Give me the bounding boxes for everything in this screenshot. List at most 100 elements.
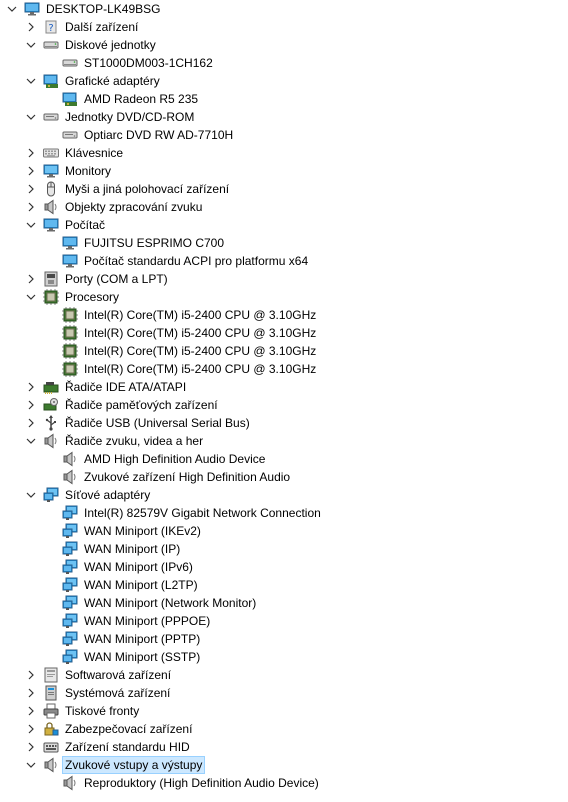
unknown-device-icon: ? xyxy=(43,19,59,35)
chevron-down-icon[interactable] xyxy=(25,759,37,771)
network-adapter-icon xyxy=(62,595,78,611)
tree-item-label: Zvukové zařízení High Definition Audio xyxy=(84,470,291,484)
chevron-down-icon[interactable] xyxy=(25,39,37,51)
tree-device[interactable]: Intel(R) Core(TM) i5-2400 CPU @ 3.10GHz xyxy=(0,306,568,324)
chevron-down-icon[interactable] xyxy=(6,3,18,15)
chevron-right-icon[interactable] xyxy=(25,723,37,735)
tree-item-label: Intel(R) Core(TM) i5-2400 CPU @ 3.10GHz xyxy=(84,326,317,340)
tree-category[interactable]: Porty (COM a LPT) xyxy=(0,270,568,288)
tree-device[interactable]: Intel(R) Core(TM) i5-2400 CPU @ 3.10GHz xyxy=(0,342,568,360)
processor-icon xyxy=(62,343,78,359)
chevron-right-icon[interactable] xyxy=(25,201,37,213)
tree-category[interactable]: Myši a jiná polohovací zařízení xyxy=(0,180,568,198)
tree-device[interactable]: WAN Miniport (L2TP) xyxy=(0,576,568,594)
tree-category[interactable]: Řadiče zvuku, videa a her xyxy=(0,432,568,450)
chevron-down-icon[interactable] xyxy=(25,435,37,447)
speaker-icon xyxy=(43,757,59,773)
chevron-down-icon[interactable] xyxy=(25,489,37,501)
tree-item-label: Myši a jiná polohovací zařízení xyxy=(65,182,230,196)
tree-device[interactable]: Počítač standardu ACPI pro platformu x64 xyxy=(0,252,568,270)
tree-device[interactable]: Zvukové zařízení High Definition Audio xyxy=(0,468,568,486)
tree-device[interactable]: WAN Miniport (SSTP) xyxy=(0,648,568,666)
tree-device[interactable]: Intel(R) Core(TM) i5-2400 CPU @ 3.10GHz xyxy=(0,360,568,378)
tree-device[interactable]: Reproduktory (High Definition Audio Devi… xyxy=(0,774,568,792)
tree-device[interactable]: WAN Miniport (Network Monitor) xyxy=(0,594,568,612)
chevron-down-icon[interactable] xyxy=(25,219,37,231)
tree-item-label: AMD High Definition Audio Device xyxy=(84,452,266,466)
tree-item-label: Systémová zařízení xyxy=(65,686,171,700)
chevron-right-icon[interactable] xyxy=(25,669,37,681)
chevron-right-icon[interactable] xyxy=(25,741,37,753)
tree-category[interactable]: Grafické adaptéry xyxy=(0,72,568,90)
chevron-right-icon[interactable] xyxy=(25,417,37,429)
tree-category[interactable]: Jednotky DVD/CD-ROM xyxy=(0,108,568,126)
tree-device[interactable]: WAN Miniport (PPTP) xyxy=(0,630,568,648)
tree-item-label: Počítač xyxy=(65,218,106,232)
tree-item-label: DESKTOP-LK49BSG xyxy=(46,2,161,16)
chevron-right-icon[interactable] xyxy=(25,273,37,285)
storage-controller-icon xyxy=(43,397,59,413)
tree-category[interactable]: Řadiče IDE ATA/ATAPI xyxy=(0,378,568,396)
chevron-right-icon[interactable] xyxy=(25,381,37,393)
tree-item-label: Intel(R) Core(TM) i5-2400 CPU @ 3.10GHz xyxy=(84,308,317,322)
tree-category[interactable]: Monitory xyxy=(0,162,568,180)
tree-category[interactable]: Řadiče USB (Universal Serial Bus) xyxy=(0,414,568,432)
tree-device[interactable]: WAN Miniport (IP) xyxy=(0,540,568,558)
tree-category[interactable]: Systémová zařízení xyxy=(0,684,568,702)
tree-device[interactable]: WAN Miniport (PPPOE) xyxy=(0,612,568,630)
chevron-right-icon[interactable] xyxy=(25,399,37,411)
tree-category[interactable]: Zařízení standardu HID xyxy=(0,738,568,756)
tree-category[interactable]: ? Další zařízení xyxy=(0,18,568,36)
tree-category[interactable]: Tiskové fronty xyxy=(0,702,568,720)
chevron-right-icon[interactable] xyxy=(25,165,37,177)
tree-root[interactable]: DESKTOP-LK49BSG xyxy=(0,0,568,18)
chevron-down-icon[interactable] xyxy=(25,75,37,87)
tree-category[interactable]: Zvukové vstupy a výstupy xyxy=(0,756,568,774)
tree-item-label: Tiskové fronty xyxy=(65,704,140,718)
tree-category[interactable]: Objekty zpracování zvuku xyxy=(0,198,568,216)
tree-item-label: Zvukové vstupy a výstupy xyxy=(61,756,206,774)
tree-device[interactable]: Intel(R) Core(TM) i5-2400 CPU @ 3.10GHz xyxy=(0,324,568,342)
chevron-right-icon[interactable] xyxy=(25,705,37,717)
tree-device[interactable]: FUJITSU ESPRIMO C700 xyxy=(0,234,568,252)
tree-device[interactable]: ST1000DM003-1CH162 xyxy=(0,54,568,72)
chevron-right-icon[interactable] xyxy=(25,183,37,195)
chevron-right-icon[interactable] xyxy=(25,21,37,33)
chevron-down-icon[interactable] xyxy=(25,111,37,123)
chevron-down-icon[interactable] xyxy=(25,291,37,303)
tree-item-label: Intel(R) Core(TM) i5-2400 CPU @ 3.10GHz xyxy=(84,362,317,376)
chevron-right-icon[interactable] xyxy=(25,147,37,159)
tree-device[interactable]: Optiarc DVD RW AD-7710H xyxy=(0,126,568,144)
tree-item-label: FUJITSU ESPRIMO C700 xyxy=(84,236,225,250)
tree-category[interactable]: Klávesnice xyxy=(0,144,568,162)
tree-category[interactable]: Softwarová zařízení xyxy=(0,666,568,684)
tree-category[interactable]: Procesory xyxy=(0,288,568,306)
display-adapter-icon xyxy=(43,73,59,89)
tree-device[interactable]: AMD High Definition Audio Device xyxy=(0,450,568,468)
tree-device[interactable]: WAN Miniport (IKEv2) xyxy=(0,522,568,540)
network-adapter-icon xyxy=(62,523,78,539)
tree-device[interactable]: Intel(R) 82579V Gigabit Network Connecti… xyxy=(0,504,568,522)
system-device-icon xyxy=(43,685,59,701)
tree-category[interactable]: Diskové jednotky xyxy=(0,36,568,54)
tree-category[interactable]: Počítač xyxy=(0,216,568,234)
disk-drive-icon xyxy=(62,55,78,71)
tree-category[interactable]: Zabezpečovací zařízení xyxy=(0,720,568,738)
tree-category[interactable]: Řadiče paměťových zařízení xyxy=(0,396,568,414)
tree-item-label: Řadiče zvuku, videa a her xyxy=(65,434,204,448)
tree-device[interactable]: WAN Miniport (IPv6) xyxy=(0,558,568,576)
chevron-right-icon[interactable] xyxy=(25,687,37,699)
tree-device[interactable]: AMD Radeon R5 235 xyxy=(0,90,568,108)
tree-category[interactable]: Síťové adaptéry xyxy=(0,486,568,504)
tree-item-label: Počítač standardu ACPI pro platformu x64 xyxy=(84,254,309,268)
keyboard-icon xyxy=(43,145,59,161)
tree-item-label: Softwarová zařízení xyxy=(65,668,172,682)
